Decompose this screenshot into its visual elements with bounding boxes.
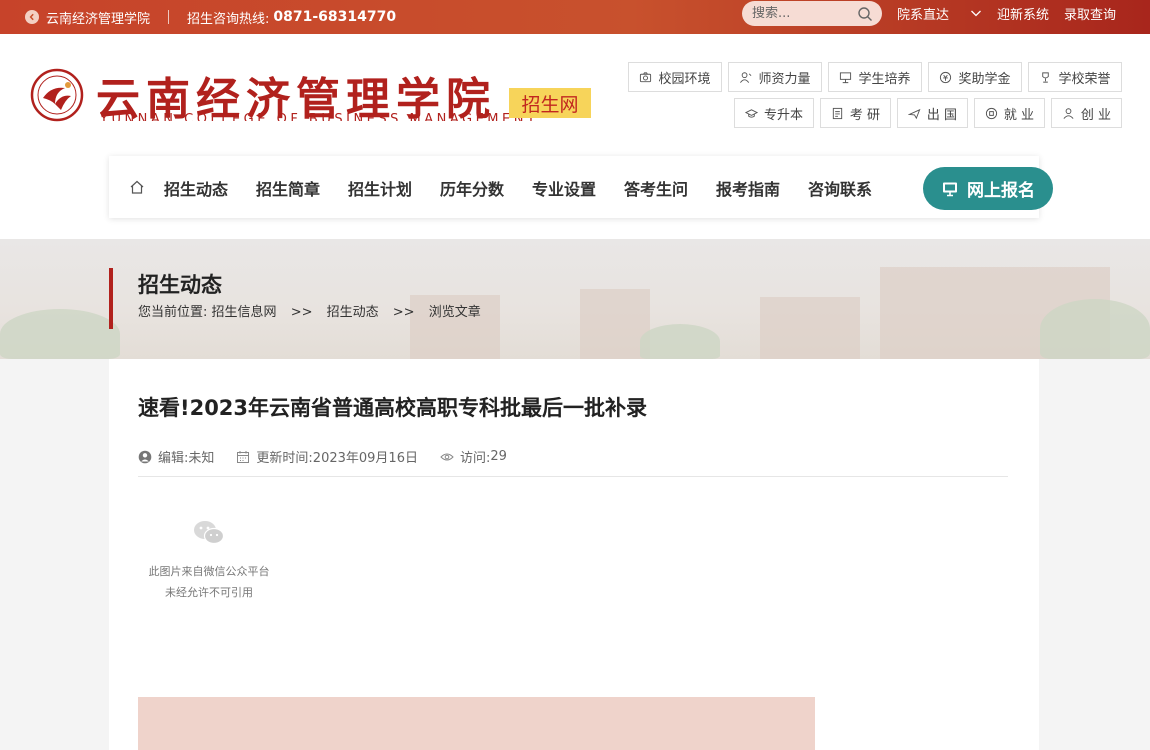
meta-visits: 访问: 29 <box>440 447 507 466</box>
quick-link-label: 出 国 <box>926 107 958 123</box>
quick-link-label: 学校荣誉 <box>1058 71 1111 87</box>
monitor-icon <box>943 182 957 196</box>
dept-dropdown[interactable]: 院系直达 <box>897 4 982 23</box>
nav-item-contact[interactable]: 咨询联系 <box>808 176 872 200</box>
trophy-icon <box>1042 71 1050 83</box>
breadcrumb: 您当前位置: 招生信息网 >> 招生动态 >> 浏览文章 <box>138 301 481 320</box>
admissions-badge: 招生网 <box>509 88 591 118</box>
article-panel: 速看!2023年云南省普通高校高职专科批最后一批补录 编辑: 未知 更新时间: … <box>109 359 1039 750</box>
breadcrumb-prefix: 您当前位置: <box>138 305 208 320</box>
nav-item-brochure[interactable]: 招生简章 <box>256 176 320 200</box>
breadcrumb-link-news[interactable]: 招生动态 <box>327 305 379 320</box>
briefcase-icon <box>985 107 997 119</box>
visits-label: 访问: <box>459 451 491 466</box>
top-bar: 云南经济管理学院 招生咨询热线: 0871-68314770 院系直达 迎新系统… <box>0 0 1150 34</box>
main-nav: 招生动态 招生简章 招生计划 历年分数 专业设置 答考生问 报考指南 咨询联系 <box>109 156 1039 218</box>
quick-link-postgrad[interactable]: 考 研 <box>820 98 891 128</box>
nav-item-majors[interactable]: 专业设置 <box>532 176 596 200</box>
quick-link-label: 考 研 <box>849 107 881 123</box>
editor-value: 未知 <box>188 451 215 466</box>
user-icon <box>740 71 752 83</box>
quick-link-label: 创 业 <box>1080 107 1112 123</box>
search-box[interactable] <box>742 1 882 26</box>
admission-query-link[interactable]: 录取查询 <box>1064 4 1116 23</box>
search-input[interactable] <box>752 6 852 21</box>
quick-link-employment[interactable]: 就 业 <box>974 98 1045 128</box>
quick-link-abroad[interactable]: 出 国 <box>897 98 968 128</box>
dept-dropdown-label: 院系直达 <box>897 7 950 23</box>
meta-editor: 编辑: 未知 <box>138 447 214 466</box>
breadcrumb-separator: >> <box>290 305 313 320</box>
calendar-icon <box>237 450 250 463</box>
quick-link-label: 校园环境 <box>658 71 711 87</box>
updated-value: 2023年09月16日 <box>312 451 418 466</box>
quick-link-label: 学生培养 <box>858 71 911 87</box>
camera-icon <box>640 71 652 82</box>
school-emblem-icon[interactable] <box>25 68 89 122</box>
search-icon[interactable] <box>857 6 873 22</box>
breadcrumb-separator: >> <box>392 305 415 320</box>
nav-item-qa[interactable]: 答考生问 <box>624 176 688 200</box>
online-apply-button[interactable]: 网上报名 <box>923 167 1053 210</box>
presentation-icon <box>840 71 852 83</box>
article-image <box>138 697 815 750</box>
page-banner: 招生动态 您当前位置: 招生信息网 >> 招生动态 >> 浏览文章 <box>0 239 1150 359</box>
banner-tree-image <box>0 309 120 359</box>
article-title: 速看!2023年云南省普通高校高职专科批最后一批补录 <box>138 396 648 420</box>
quick-link-label: 就 业 <box>1003 107 1035 123</box>
online-apply-label: 网上报名 <box>967 181 1035 201</box>
banner-tree-image <box>640 324 720 359</box>
quick-link-label: 奖助学金 <box>958 71 1011 87</box>
nav-item-news[interactable]: 招生动态 <box>164 176 228 200</box>
divider <box>168 10 170 24</box>
hotline-number: 0871-68314770 <box>273 9 397 25</box>
meta-updated: 更新时间: 2023年09月16日 <box>236 447 418 466</box>
section-accent-bar <box>109 268 113 329</box>
quick-link-campus[interactable]: 校园环境 <box>628 62 722 92</box>
school-home-link[interactable]: 云南经济管理学院 <box>46 8 150 27</box>
quick-link-label: 专升本 <box>763 107 803 123</box>
quick-link-scholarship[interactable]: 奖助学金 <box>928 62 1022 92</box>
wechat-notice-line1: 此图片来自微信公众平台 <box>148 565 270 578</box>
quick-link-label: 师资力量 <box>758 71 811 87</box>
quick-link-honors[interactable]: 学校荣誉 <box>1028 62 1122 92</box>
quick-link-startup[interactable]: 创 业 <box>1051 98 1122 128</box>
graduation-cap-icon <box>744 108 758 118</box>
quick-link-upgrade[interactable]: 专升本 <box>734 98 814 128</box>
top-bar-left: 云南经济管理学院 招生咨询热线: 0871-68314770 <box>25 0 396 34</box>
chevron-left-icon[interactable] <box>25 10 39 24</box>
updated-label: 更新时间: <box>256 451 313 466</box>
eye-icon <box>440 453 454 460</box>
article-meta: 编辑: 未知 更新时间: 2023年09月16日 访问: 29 <box>138 447 529 466</box>
quick-link-faculty[interactable]: 师资力量 <box>728 62 822 92</box>
coin-icon <box>940 71 952 83</box>
banner-tree-image <box>1040 299 1150 359</box>
plane-icon <box>907 108 921 119</box>
banner-building-image <box>760 297 860 359</box>
wechat-icon <box>194 521 225 545</box>
chevron-down-icon <box>971 10 981 17</box>
breadcrumb-current: 浏览文章 <box>428 305 481 320</box>
user-avatar-icon <box>138 450 152 463</box>
visits-value: 29 <box>490 449 507 464</box>
wechat-image-placeholder: 此图片来自微信公众平台 未经允许不可引用 <box>138 519 280 603</box>
school-name-en: YUNNAN COLLEGE OF BUSINESS MANAGEMENT <box>100 112 539 121</box>
nav-item-scores[interactable]: 历年分数 <box>440 176 504 200</box>
quick-link-training[interactable]: 学生培养 <box>828 62 922 92</box>
divider <box>138 476 1008 477</box>
hotline-label: 招生咨询热线: <box>187 11 270 27</box>
section-title: 招生动态 <box>138 273 222 297</box>
welcome-system-link[interactable]: 迎新系统 <box>997 4 1049 23</box>
nav-item-plan[interactable]: 招生计划 <box>348 176 412 200</box>
breadcrumb-link-home[interactable]: 招生信息网 <box>212 305 277 320</box>
wechat-notice-line2: 未经允许不可引用 <box>165 586 253 599</box>
top-links: 院系直达 迎新系统 录取查询 <box>897 0 1131 26</box>
nav-item-guide[interactable]: 报考指南 <box>716 176 780 200</box>
person-icon <box>1063 107 1074 119</box>
document-icon <box>832 107 843 119</box>
editor-label: 编辑: <box>158 451 189 466</box>
home-icon[interactable] <box>129 179 145 195</box>
